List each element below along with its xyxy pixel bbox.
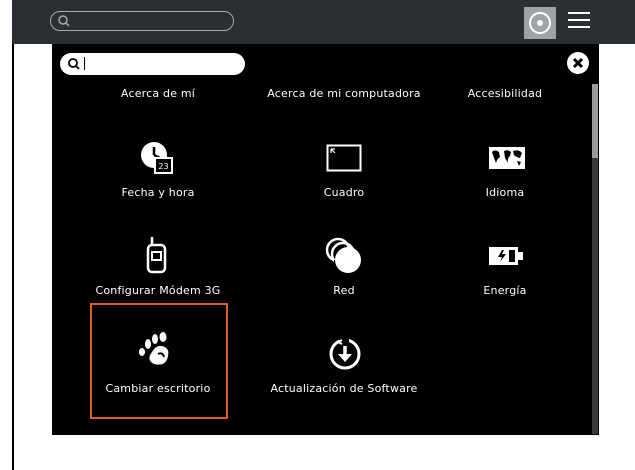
close-icon (572, 57, 584, 69)
left-border (12, 44, 14, 470)
modem-phone-icon[interactable] (146, 236, 168, 274)
frame-icon[interactable] (326, 144, 362, 172)
battery-icon[interactable] (488, 245, 524, 267)
hamburger-menu-icon[interactable] (568, 12, 590, 32)
item-label-acerca-de-mi-computadora[interactable]: Acerca de mi computadora (259, 87, 429, 100)
item-label-fecha-y-hora[interactable]: Fecha y hora (73, 186, 243, 199)
network-icon[interactable] (324, 236, 364, 276)
scrollbar[interactable] (592, 84, 598, 434)
item-label-configurar-modem-3g[interactable]: Configurar Módem 3G (73, 284, 243, 297)
item-label-red[interactable]: Red (259, 284, 429, 297)
item-label-acerca-de-mi[interactable]: Acerca de mí (73, 87, 243, 100)
scrollbar-thumb[interactable] (592, 84, 598, 158)
search-icon (58, 15, 70, 27)
software-update-icon[interactable] (327, 336, 363, 372)
top-bar (12, 0, 635, 44)
settings-panel: Acerca de mí Acerca de mi computadora Ac… (52, 44, 599, 435)
panel-search-input[interactable] (60, 53, 245, 75)
item-label-accesibilidad[interactable]: Accesibilidad (420, 87, 590, 100)
activity-button[interactable] (524, 7, 556, 39)
top-search-input[interactable] (50, 11, 234, 31)
activity-ring-icon (529, 12, 551, 34)
item-label-actualizacion-de-software[interactable]: Actualización de Software (259, 382, 429, 395)
search-icon (68, 58, 80, 70)
item-label-cuadro[interactable]: Cuadro (259, 186, 429, 199)
item-label-idioma[interactable]: Idioma (420, 186, 590, 199)
close-button[interactable] (567, 52, 589, 74)
calendar-day-badge: 23 (158, 162, 168, 171)
world-map-icon[interactable] (488, 146, 526, 170)
item-label-energia[interactable]: Energía (420, 284, 590, 297)
selection-highlight (90, 303, 228, 419)
text-cursor (84, 57, 85, 70)
clock-icon[interactable]: 23 (139, 140, 175, 176)
